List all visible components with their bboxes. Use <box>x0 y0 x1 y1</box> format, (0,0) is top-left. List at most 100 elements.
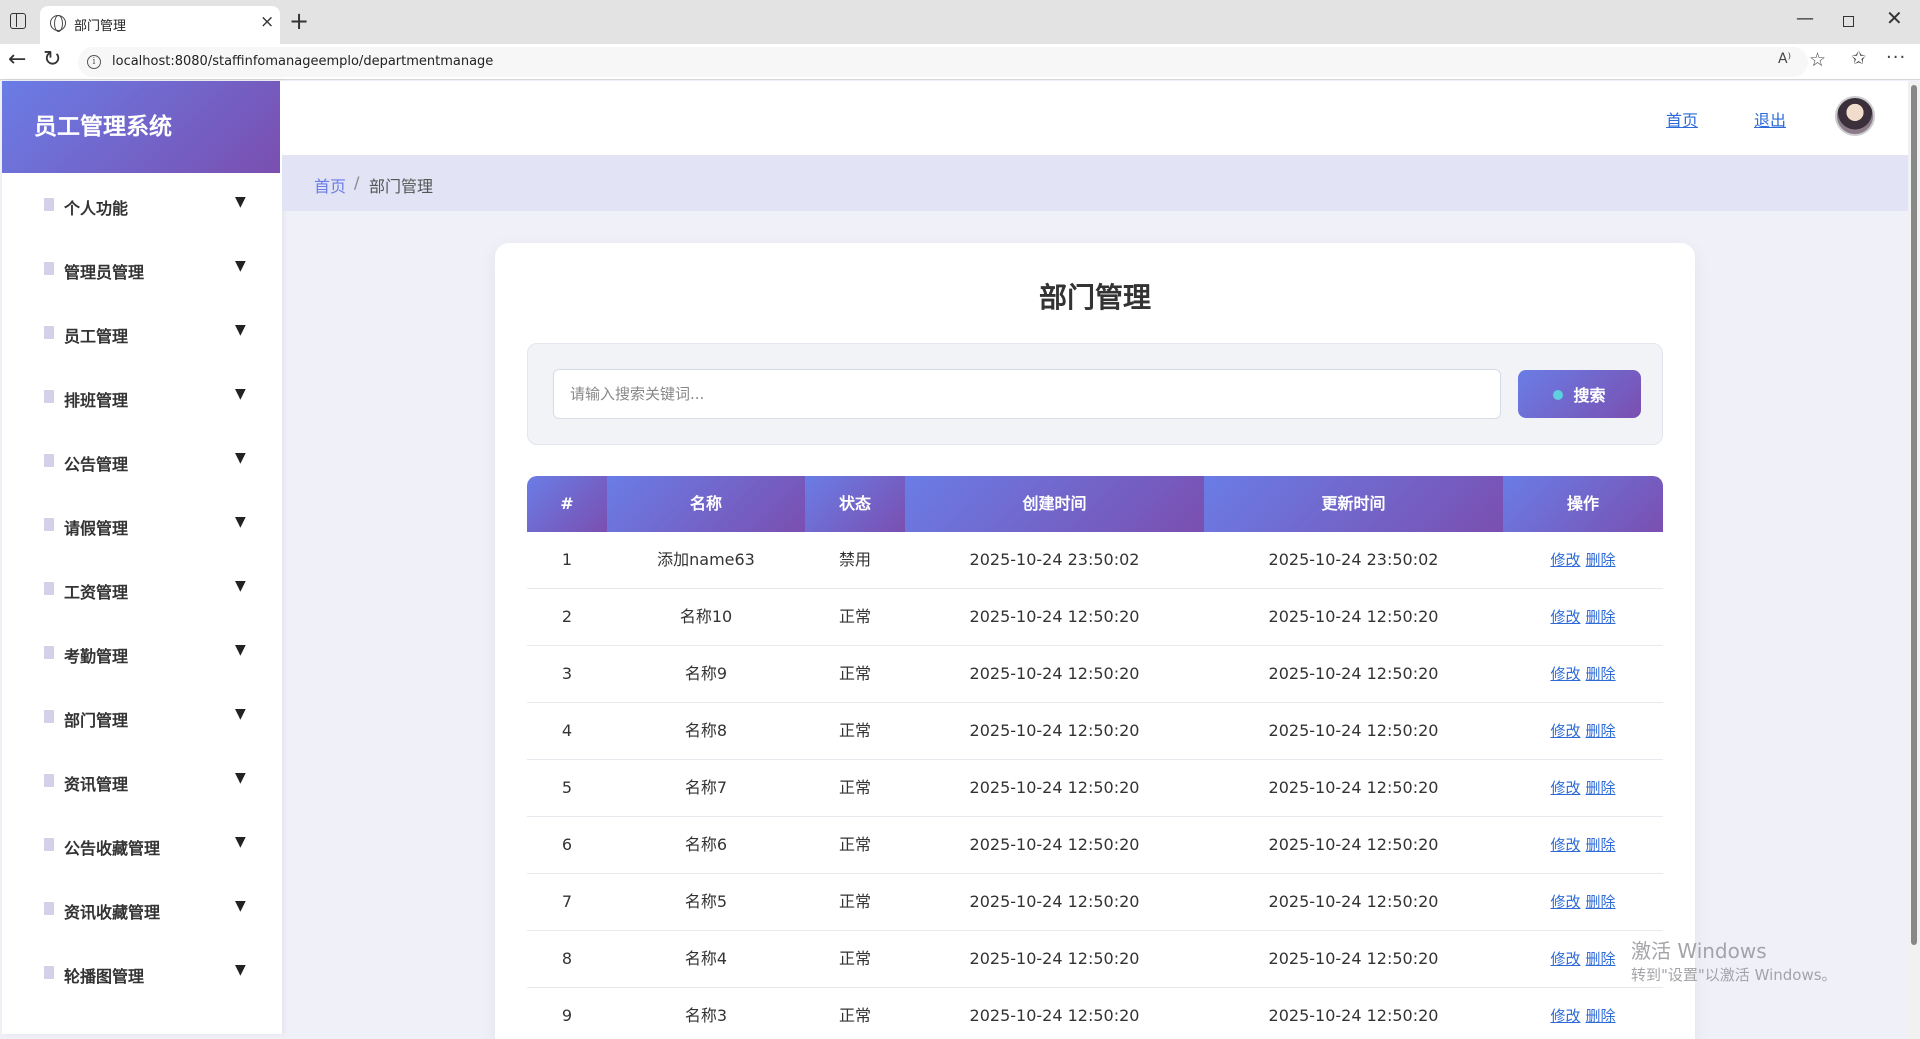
delete-link[interactable]: 删除 <box>1586 551 1616 569</box>
document-icon <box>44 454 54 467</box>
sidebar-item[interactable]: 员工管理 ▼ <box>2 301 282 365</box>
breadcrumb-home[interactable]: 首页 <box>314 173 346 197</box>
cell-status: 正常 <box>838 721 871 740</box>
expand-arrow-icon[interactable]: ▼ <box>235 386 246 402</box>
expand-arrow-icon[interactable]: ▼ <box>235 770 246 786</box>
edit-link[interactable]: 修改 <box>1550 1007 1580 1025</box>
delete-link[interactable]: 删除 <box>1586 665 1616 683</box>
table-row: 1 添加name63 禁用 2025-10-24 23:50:02 2025-10-24… <box>527 532 1663 589</box>
expand-arrow-icon[interactable]: ▼ <box>235 322 246 338</box>
scrollbar-thumb[interactable] <box>1911 85 1917 945</box>
cell-updated: 2025-10-24 12:50:20 <box>1268 664 1439 683</box>
table-row: 3 名称9 正常 2025-10-24 12:50:20 2025-10-24 12:5… <box>527 646 1663 703</box>
sidebar-item[interactable]: 管理员管理 ▼ <box>2 237 282 301</box>
cell-created: 2025-10-24 12:50:20 <box>969 892 1140 911</box>
breadcrumb-separator: / <box>354 173 360 192</box>
cell-index: 6 <box>561 835 573 854</box>
sidebar-item[interactable]: 个人功能 ▼ <box>2 173 282 237</box>
search-button[interactable]: 搜索 <box>1518 370 1641 418</box>
sidebar-item[interactable]: 工资管理 ▼ <box>2 557 282 621</box>
more-menu-icon[interactable]: ··· <box>1886 47 1906 68</box>
breadcrumb: 首页 / 部门管理 <box>282 155 1908 211</box>
cell-index: 5 <box>561 778 573 797</box>
header-name[interactable]: 名称 <box>607 476 805 532</box>
header-created[interactable]: 创建时间 <box>905 476 1204 532</box>
sidebar: 员工管理系统 个人功能 ▼ 管理员管理 ▼ 员工管理 ▼ 排班管理 ▼ 公告管理 ▼ 请假管理 ▼ 工资… <box>2 81 282 1034</box>
header-status[interactable]: 状态 <box>805 476 905 532</box>
window-close-icon[interactable]: ✕ <box>1886 6 1903 30</box>
edit-link[interactable]: 修改 <box>1550 950 1580 968</box>
cell-index: 2 <box>561 607 573 626</box>
tab-close-icon[interactable]: × <box>260 12 274 32</box>
sidebar-item[interactable]: 公告收藏管理 ▼ <box>2 813 282 877</box>
url-field[interactable]: i localhost:8080/staffinfomanageemplo/de… <box>78 47 1826 77</box>
cell-name: 名称6 <box>684 835 728 854</box>
edit-link[interactable]: 修改 <box>1550 722 1580 740</box>
browser-tab[interactable]: 部门管理 × <box>40 6 280 44</box>
edit-link[interactable]: 修改 <box>1550 836 1580 854</box>
search-input[interactable] <box>553 369 1501 419</box>
expand-arrow-icon[interactable]: ▼ <box>235 706 246 722</box>
delete-link[interactable]: 删除 <box>1586 836 1616 854</box>
expand-arrow-icon[interactable]: ▼ <box>235 514 246 530</box>
sidebar-item[interactable]: 公告管理 ▼ <box>2 429 282 493</box>
header-actions: 操作 <box>1503 476 1663 532</box>
search-button-label: 搜索 <box>1573 386 1606 405</box>
cell-name: 名称10 <box>679 607 733 626</box>
home-link[interactable]: 首页 <box>1666 107 1698 131</box>
add-favorite-icon[interactable]: ☆ <box>1809 49 1826 71</box>
minimize-icon[interactable]: — <box>1796 8 1814 29</box>
expand-arrow-icon[interactable]: ▼ <box>235 258 246 274</box>
activation-watermark-text: 转到"设置"以激活 Windows。 <box>1631 966 1837 984</box>
expand-arrow-icon[interactable]: ▼ <box>235 194 246 210</box>
avatar[interactable] <box>1835 96 1875 136</box>
edit-link[interactable]: 修改 <box>1550 608 1580 626</box>
delete-link[interactable]: 删除 <box>1586 722 1616 740</box>
cell-index: 8 <box>561 949 573 968</box>
expand-arrow-icon[interactable]: ▼ <box>235 578 246 594</box>
site-info-icon[interactable]: i <box>87 55 101 69</box>
edit-link[interactable]: 修改 <box>1550 779 1580 797</box>
page-scrollbar[interactable] <box>1908 81 1920 1039</box>
sidebar-item[interactable]: 考勤管理 ▼ <box>2 621 282 685</box>
tab-title: 部门管理 <box>74 19 127 34</box>
edit-link[interactable]: 修改 <box>1550 551 1580 569</box>
header-updated[interactable]: 更新时间 <box>1204 476 1503 532</box>
new-tab-icon[interactable]: + <box>289 7 309 35</box>
reload-icon[interactable]: ↻ <box>43 47 61 72</box>
delete-link[interactable]: 删除 <box>1586 893 1616 911</box>
header-index[interactable]: # <box>527 476 607 532</box>
sidebar-item-label: 轮播图管理 <box>64 967 145 986</box>
expand-arrow-icon[interactable]: ▼ <box>235 450 246 466</box>
delete-link[interactable]: 删除 <box>1586 1007 1616 1025</box>
edit-link[interactable]: 修改 <box>1550 893 1580 911</box>
tab-actions-icon[interactable] <box>10 13 26 29</box>
cell-status: 正常 <box>838 778 871 797</box>
cell-actions: 修改 删除 <box>1503 589 1663 645</box>
url-text[interactable]: localhost:8080/staffinfomanageemplo/depa… <box>112 54 493 69</box>
sidebar-item[interactable]: 请假管理 ▼ <box>2 493 282 557</box>
edit-link[interactable]: 修改 <box>1550 665 1580 683</box>
document-icon <box>44 582 54 595</box>
maximize-icon[interactable] <box>1843 16 1854 27</box>
favorites-icon[interactable]: ✩ <box>1851 48 1866 69</box>
delete-link[interactable]: 删除 <box>1586 779 1616 797</box>
logout-link[interactable]: 退出 <box>1754 107 1786 131</box>
sidebar-item[interactable]: 资讯收藏管理 ▼ <box>2 877 282 941</box>
delete-link[interactable]: 删除 <box>1586 608 1616 626</box>
sidebar-item[interactable]: 部门管理 ▼ <box>2 685 282 749</box>
expand-arrow-icon[interactable]: ▼ <box>235 898 246 914</box>
sidebar-item[interactable]: 排班管理 ▼ <box>2 365 282 429</box>
back-icon[interactable]: ← <box>8 47 26 72</box>
sidebar-item[interactable]: 轮播图管理 ▼ <box>2 941 282 1005</box>
expand-arrow-icon[interactable]: ▼ <box>235 834 246 850</box>
expand-arrow-icon[interactable]: ▼ <box>235 642 246 658</box>
sidebar-item[interactable]: 资讯管理 ▼ <box>2 749 282 813</box>
expand-arrow-icon[interactable]: ▼ <box>235 962 246 978</box>
delete-link[interactable]: 删除 <box>1586 950 1616 968</box>
search-panel: 搜索 <box>527 343 1663 445</box>
breadcrumb-current: 部门管理 <box>369 177 434 196</box>
cell-name: 名称4 <box>684 949 728 968</box>
cell-status: 正常 <box>838 664 871 683</box>
read-aloud-icon[interactable]: A⁾ <box>1778 51 1791 67</box>
